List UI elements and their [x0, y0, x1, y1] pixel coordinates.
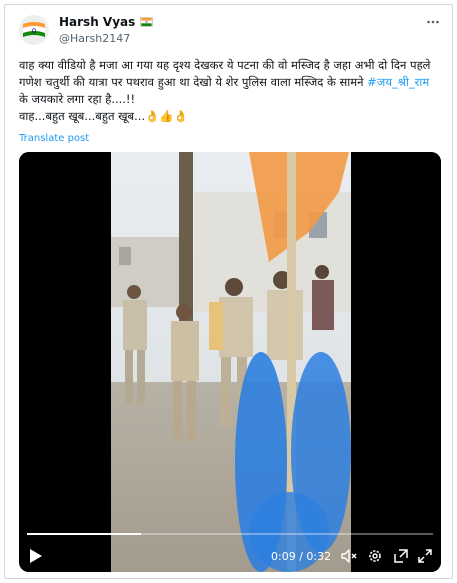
video-progress-bar[interactable] [27, 533, 433, 535]
hashtag-link[interactable]: #जय_श्री_राम [367, 75, 429, 89]
video-frame [19, 152, 441, 572]
video-controls: 0:09 / 0:32 [19, 530, 441, 572]
video-duration: 0:32 [306, 550, 332, 563]
avatar[interactable] [19, 15, 49, 45]
india-flag-icon [140, 17, 154, 27]
volume-muted-icon[interactable] [341, 548, 357, 564]
video-time: 0:09 / 0:32 [271, 550, 332, 563]
translate-post-link[interactable]: Translate post [19, 133, 89, 144]
play-icon[interactable] [29, 548, 43, 564]
avatar-flag-image [19, 15, 49, 45]
video-progress-fill [27, 533, 141, 535]
fullscreen-icon[interactable] [417, 548, 433, 564]
video-player[interactable]: 0:09 / 0:32 [19, 152, 441, 572]
settings-icon[interactable] [367, 548, 383, 564]
author-name-row: Harsh Vyas [59, 15, 154, 29]
tweet-text: वाह क्या वीडियो है मजा आ गया यह दृश्य दे… [19, 57, 441, 125]
tweet-card[interactable]: Harsh Vyas @Harsh2147 वाह क्या वीडियो है… [4, 4, 453, 579]
author-handle[interactable]: @Harsh2147 [59, 32, 130, 45]
tweet-text-after-hashtag: के जयकारे लगा रहा है....!! [19, 92, 136, 106]
picture-in-picture-icon[interactable] [393, 548, 409, 564]
video-current-time: 0:09 [271, 550, 296, 563]
tweet-text-line2: वाह...बहुत खूब...बहुत खूब...👌👍👌 [19, 109, 189, 123]
author-display-name[interactable]: Harsh Vyas [59, 15, 135, 29]
more-icon[interactable] [426, 15, 440, 33]
